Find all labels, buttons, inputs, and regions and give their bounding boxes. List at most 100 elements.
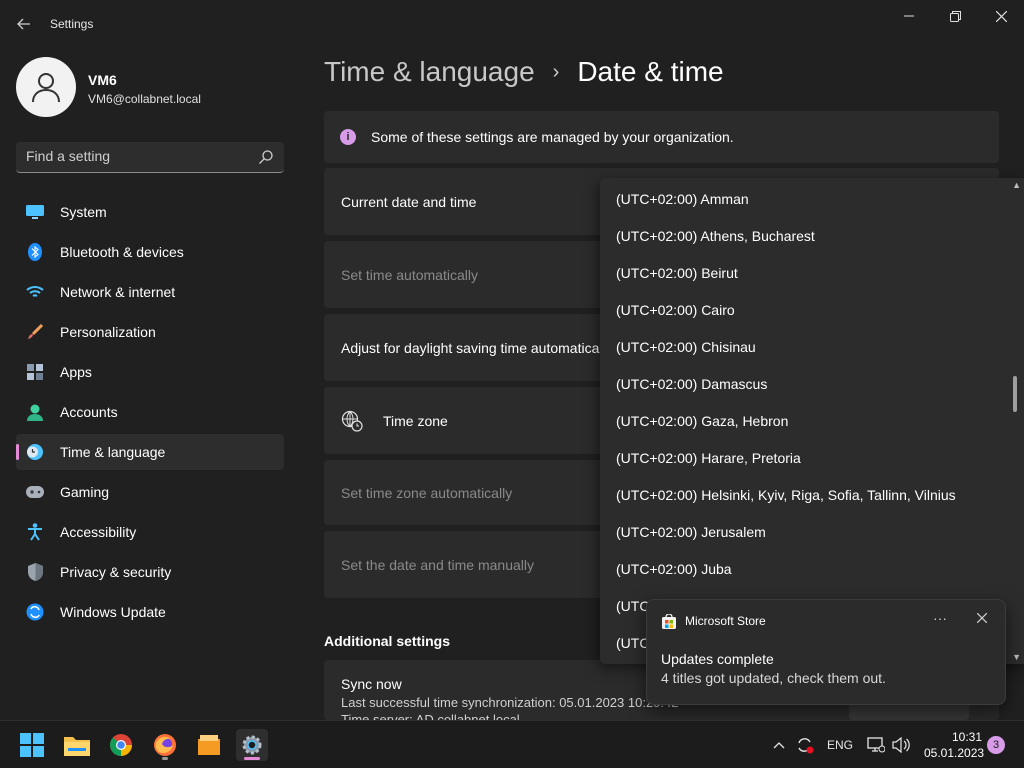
brush-icon: [26, 323, 44, 341]
time-zone-option[interactable]: (UTC+02:00) Athens, Bucharest: [616, 217, 815, 254]
folder-icon: [198, 735, 220, 755]
sidebar-item-label: Time & language: [60, 444, 166, 460]
sidebar-item-gaming[interactable]: Gaming: [16, 474, 284, 510]
notification-badge[interactable]: 3: [987, 736, 1005, 754]
sidebar-item-label: Windows Update: [60, 604, 166, 620]
accessibility-icon: [26, 523, 44, 541]
sync-error-icon: [798, 738, 814, 754]
taskbar-settings[interactable]: [236, 729, 268, 761]
additional-settings-heading: Additional settings: [324, 633, 450, 649]
search-input[interactable]: [26, 148, 246, 164]
sidebar-item-label: Personalization: [60, 324, 156, 340]
sidebar-item-time-language[interactable]: Time & language: [16, 434, 284, 470]
time-zone-dropdown-list[interactable]: (UTC+02:00) Amman (UTC+02:00) Athens, Bu…: [600, 178, 1024, 664]
sidebar-item-label: Gaming: [60, 484, 110, 500]
time-zone-option[interactable]: (UTC+02:00) Jerusalem: [616, 513, 766, 550]
time-zone-option[interactable]: (UTC+02:00) Gaza, Hebron: [616, 402, 788, 439]
user-icon: [32, 73, 60, 103]
avatar[interactable]: [16, 57, 76, 117]
toast-app-name: Microsoft Store: [685, 614, 766, 628]
show-hidden-icons[interactable]: [773, 721, 785, 768]
globe-clock-icon: [341, 410, 363, 432]
sync-status[interactable]: [796, 721, 814, 768]
search-icon[interactable]: [258, 149, 274, 165]
banner-text: Some of these settings are managed by yo…: [371, 129, 734, 145]
more-icon[interactable]: ···: [933, 610, 947, 626]
profile-name: VM6: [88, 72, 117, 88]
shield-icon: [26, 563, 44, 581]
settings-gear-icon: [242, 735, 262, 755]
volume-control[interactable]: [892, 721, 910, 768]
sidebar-item-bluetooth[interactable]: Bluetooth & devices: [16, 234, 284, 270]
chevron-right-icon: ›: [552, 60, 560, 83]
update-icon: [26, 603, 44, 621]
minimize-button[interactable]: [886, 0, 932, 32]
clock-date[interactable]: 05.01.2023: [924, 746, 984, 760]
close-icon: [995, 10, 1007, 22]
start-button[interactable]: [16, 729, 48, 761]
sidebar-item-network[interactable]: Network & internet: [16, 274, 284, 310]
taskbar-chrome[interactable]: [105, 729, 137, 761]
app-title: Settings: [50, 17, 94, 31]
sidebar-item-accounts[interactable]: Accounts: [16, 394, 284, 430]
sidebar-item-label: Apps: [60, 364, 92, 380]
sidebar-item-label: Accessibility: [60, 524, 137, 540]
time-zone-option[interactable]: (UTC+02:00) Harare, Pretoria: [616, 439, 801, 476]
windows-start-icon: [20, 733, 44, 757]
file-explorer-icon: [64, 737, 90, 756]
sidebar-item-accessibility[interactable]: Accessibility: [16, 514, 284, 550]
back-button[interactable]: [12, 12, 36, 36]
restore-icon: [949, 10, 961, 22]
clock-time[interactable]: 10:31: [944, 730, 982, 744]
sync-now-label: Sync now: [341, 676, 402, 692]
sidebar-item-label: Accounts: [60, 404, 118, 420]
last-sync-text: Last successful time synchronization: 05…: [341, 695, 679, 710]
search-box[interactable]: [16, 142, 284, 173]
set-time-automatically-label: Set time automatically: [341, 266, 478, 283]
monitor-icon: [26, 203, 44, 221]
time-zone-option[interactable]: (UTC+02:00) Juba: [616, 550, 732, 587]
time-zone-option[interactable]: (UTC+02:00) Helsinki, Kyiv, Riga, Sofia,…: [616, 476, 956, 513]
bluetooth-icon: [26, 243, 44, 261]
profile-email: VM6@collabnet.local: [88, 92, 201, 106]
toast-body: 4 titles got updated, check them out.: [661, 670, 886, 686]
sidebar-item-privacy[interactable]: Privacy & security: [16, 554, 284, 590]
restore-button[interactable]: [932, 0, 978, 32]
set-date-time-manually-label: Set the date and time manually: [341, 556, 535, 573]
taskbar-file-explorer[interactable]: [61, 729, 93, 761]
sidebar-item-windows-update[interactable]: Windows Update: [16, 594, 284, 630]
time-zone-option[interactable]: (UTC+02:00) Damascus: [616, 365, 767, 402]
time-zone-option[interactable]: (UTC+02:00) Chisinau: [616, 328, 756, 365]
time-zone-option[interactable]: (UTC+02:00) Amman: [616, 180, 749, 217]
language-indicator[interactable]: ENG: [827, 721, 853, 768]
set-time-zone-automatically-label: Set time zone automatically: [341, 484, 513, 501]
sidebar-item-label: Network & internet: [60, 284, 176, 300]
gamepad-icon: [26, 483, 44, 501]
close-icon[interactable]: [976, 610, 988, 626]
scrollbar-thumb[interactable]: [1013, 376, 1017, 412]
arrow-left-icon: [17, 18, 30, 30]
microsoft-store-icon: [662, 614, 676, 629]
breadcrumb-parent[interactable]: Time & language: [324, 56, 535, 88]
scroll-up-icon[interactable]: ▲: [1012, 180, 1021, 190]
firefox-icon: [154, 734, 176, 756]
clock-globe-icon: [26, 443, 44, 461]
toast-title: Updates complete: [661, 651, 774, 667]
sidebar-item-apps[interactable]: Apps: [16, 354, 284, 390]
sidebar-item-system[interactable]: System: [16, 194, 284, 230]
scroll-down-icon[interactable]: ▼: [1012, 652, 1021, 662]
toast-notification[interactable]: Microsoft Store ··· Updates complete 4 t…: [646, 599, 1006, 705]
ethernet-icon: [867, 737, 885, 753]
breadcrumb: Time & language › Date & time: [324, 56, 724, 88]
close-button[interactable]: [978, 0, 1024, 32]
taskbar-folder[interactable]: [193, 729, 225, 761]
title-bar: Settings: [0, 0, 1024, 48]
sidebar-item-personalization[interactable]: Personalization: [16, 314, 284, 350]
running-indicator: [162, 757, 168, 760]
time-zone-option[interactable]: (UTC+02:00) Beirut: [616, 254, 738, 291]
info-icon: i: [340, 129, 356, 145]
taskbar-firefox[interactable]: [149, 729, 181, 761]
time-zone-option[interactable]: (UTC+02:00) Cairo: [616, 291, 735, 328]
daylight-saving-label: Adjust for daylight saving time automati…: [341, 339, 600, 356]
network-status[interactable]: [867, 721, 885, 768]
